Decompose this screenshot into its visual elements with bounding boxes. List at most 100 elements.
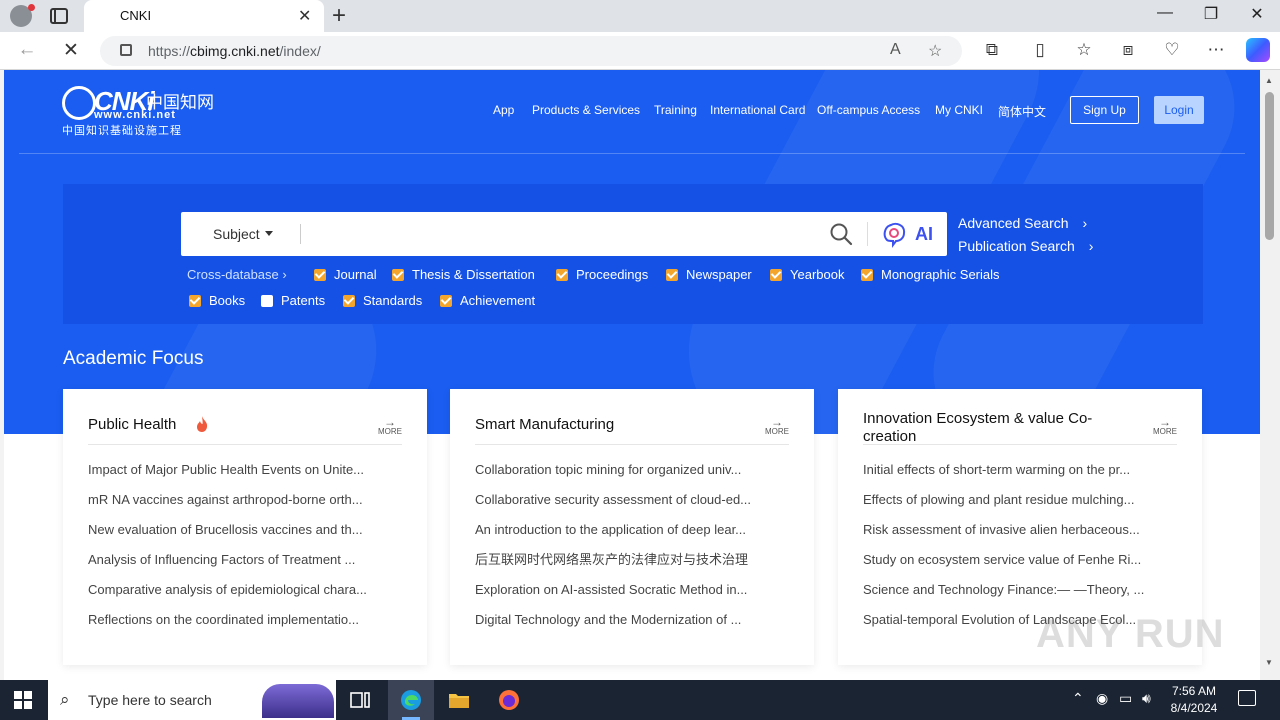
login-button[interactable]: Login <box>1154 96 1204 124</box>
task-view-icon[interactable] <box>348 688 372 712</box>
split-screen-icon[interactable]: ▯ <box>1028 40 1052 60</box>
tab-actions-icon[interactable] <box>50 8 68 24</box>
nav-language[interactable]: 简体中文 <box>998 103 1046 120</box>
more-link[interactable]: → MORE <box>765 416 789 436</box>
checkbox-achievement[interactable]: Achievement <box>440 293 535 308</box>
nav-training[interactable]: Training <box>654 103 697 117</box>
checkbox-standards[interactable]: Standards <box>343 293 422 308</box>
nav-app[interactable]: App <box>493 103 514 117</box>
more-link[interactable]: → MORE <box>1153 416 1177 436</box>
caret-down-icon <box>264 231 273 236</box>
new-tab-button[interactable]: + <box>332 2 346 30</box>
card-title[interactable]: Smart Manufacturing <box>475 416 735 434</box>
scroll-down-icon[interactable]: ▼ <box>1265 658 1273 667</box>
article-link[interactable]: Exploration on AI-assisted Socratic Meth… <box>475 581 791 611</box>
volume-icon[interactable]: 🔊︎ <box>1142 690 1151 707</box>
article-link[interactable]: Risk assessment of invasive alien herbac… <box>863 521 1179 551</box>
collections-icon[interactable]: ⧈ <box>1116 40 1140 60</box>
ai-search-label[interactable]: AI <box>915 224 933 245</box>
article-link[interactable]: New evaluation of Brucellosis vaccines a… <box>88 521 404 551</box>
url-field[interactable]: https://cbimg.cnki.net/index/ A ☆ <box>100 36 962 66</box>
tray-overflow-icon[interactable]: ⌃ <box>1072 690 1084 707</box>
taskbar-search-placeholder: Type here to search <box>88 692 212 708</box>
cross-database-link[interactable]: Cross-database › <box>187 267 287 282</box>
file-explorer-icon[interactable] <box>447 688 471 712</box>
nav-my-cnki[interactable]: My CNKI <box>935 103 983 117</box>
article-link[interactable]: Science and Technology Finance:— —Theory… <box>863 581 1179 611</box>
article-link[interactable]: mR NA vaccines against arthropod-borne o… <box>88 491 404 521</box>
page-scrollbar[interactable]: ▲ ▼ <box>1260 70 1280 680</box>
favorite-star-icon[interactable]: ☆ <box>928 41 942 61</box>
checkbox-newspaper[interactable]: Newspaper <box>666 267 752 282</box>
performance-icon[interactable]: ♡ <box>1160 40 1184 60</box>
hot-flame-icon <box>197 416 208 432</box>
favorites-icon[interactable]: ☆ <box>1072 40 1096 60</box>
checkbox-books[interactable]: Books <box>189 293 245 308</box>
nav-off-campus-access[interactable]: Off-campus Access <box>817 103 920 117</box>
system-clock[interactable]: 7:56 AM 8/4/2024 <box>1164 683 1224 717</box>
more-link[interactable]: → MORE <box>378 416 402 436</box>
search-panel: Subject AI Advanced Search › Publication … <box>63 184 1203 324</box>
tab-title: CNKI <box>120 8 152 23</box>
firefox-icon[interactable] <box>497 688 521 712</box>
article-link[interactable]: Reflections on the coordinated implement… <box>88 611 404 641</box>
windows-start-icon[interactable] <box>14 691 32 709</box>
chevron-right-icon: › <box>1082 215 1088 231</box>
checkbox-yearbook[interactable]: Yearbook <box>770 267 844 282</box>
header-divider <box>19 153 1245 154</box>
stop-loading-icon[interactable]: ✕ <box>58 39 84 62</box>
article-link[interactable]: Impact of Major Public Health Events on … <box>88 461 404 491</box>
close-window-button[interactable]: ✕ <box>1242 4 1272 24</box>
scrollbar-thumb[interactable] <box>1265 92 1274 240</box>
article-link[interactable]: Comparative analysis of epidemiological … <box>88 581 404 611</box>
ai-brain-icon[interactable] <box>881 220 909 248</box>
advanced-search-link[interactable]: Advanced Search › <box>958 215 1087 231</box>
checkbox-monographic-serials[interactable]: Monographic Serials <box>861 267 1000 282</box>
checkbox-patents[interactable]: Patents <box>261 293 325 308</box>
article-link[interactable]: Initial effects of short-term warming on… <box>863 461 1179 491</box>
more-label: MORE <box>378 427 402 436</box>
article-link[interactable]: Effects of plowing and plant residue mul… <box>863 491 1179 521</box>
publication-search-label: Publication Search <box>958 238 1075 254</box>
article-link[interactable]: Study on ecosystem service value of Fenh… <box>863 551 1179 581</box>
extensions-icon[interactable]: ⧉ <box>980 40 1004 60</box>
article-link[interactable]: An introduction to the application of de… <box>475 521 791 551</box>
tray-app-icon[interactable]: ◉ <box>1096 690 1108 707</box>
minimize-button[interactable]: — <box>1150 4 1180 22</box>
search-icon[interactable] <box>829 222 853 246</box>
checkbox-journal[interactable]: Journal <box>314 267 377 282</box>
clock-time: 7:56 AM <box>1171 684 1217 698</box>
nav-products-services[interactable]: Products & Services <box>532 103 640 117</box>
maximize-button[interactable]: ❐ <box>1196 4 1226 24</box>
search-field-dropdown[interactable]: Subject <box>213 226 273 242</box>
article-list: Collaboration topic mining for organized… <box>475 461 791 641</box>
network-icon[interactable]: ▭ <box>1119 690 1132 707</box>
checkbox-checked-icon <box>189 295 201 307</box>
nav-international-card[interactable]: International Card <box>710 103 805 117</box>
signup-button[interactable]: Sign Up <box>1070 96 1139 124</box>
edge-browser-icon[interactable] <box>399 688 423 712</box>
article-link[interactable]: Digital Technology and the Modernization… <box>475 611 791 641</box>
more-menu-icon[interactable]: ⋯ <box>1204 40 1228 60</box>
checkbox-proceedings[interactable]: Proceedings <box>556 267 648 282</box>
chevron-right-icon: › <box>1088 238 1094 254</box>
article-link[interactable]: Collaborative security assessment of clo… <box>475 491 791 521</box>
card-title[interactable]: Public Health <box>88 416 348 434</box>
card-title[interactable]: Innovation Ecosystem & value Co-creation <box>863 410 1123 446</box>
article-link[interactable]: 后互联网时代网络黑灰产的法律应对与技术治理 <box>475 551 791 581</box>
article-link[interactable]: Analysis of Influencing Factors of Treat… <box>88 551 404 581</box>
article-link[interactable]: Collaboration topic mining for organized… <box>475 461 791 491</box>
taskbar-search[interactable]: ⌕ Type here to search <box>48 680 336 720</box>
scroll-up-icon[interactable]: ▲ <box>1265 76 1273 85</box>
notifications-icon[interactable] <box>1238 690 1256 706</box>
read-aloud-icon[interactable]: A <box>890 41 901 59</box>
search-box: Subject AI <box>181 212 947 256</box>
browser-tab[interactable]: CNKI ✕ <box>84 0 324 32</box>
publication-search-link[interactable]: Publication Search › <box>958 238 1093 254</box>
cnki-logo[interactable]: CNKi 中国知网 www.cnki.net 中国知识基础设施工程 <box>62 86 214 137</box>
tab-close-icon[interactable]: ✕ <box>298 6 311 26</box>
back-icon[interactable]: ← <box>14 39 40 61</box>
checkbox-thesis[interactable]: Thesis & Dissertation <box>392 267 535 282</box>
copilot-icon[interactable] <box>1246 38 1270 62</box>
advanced-search-label: Advanced Search <box>958 215 1069 231</box>
